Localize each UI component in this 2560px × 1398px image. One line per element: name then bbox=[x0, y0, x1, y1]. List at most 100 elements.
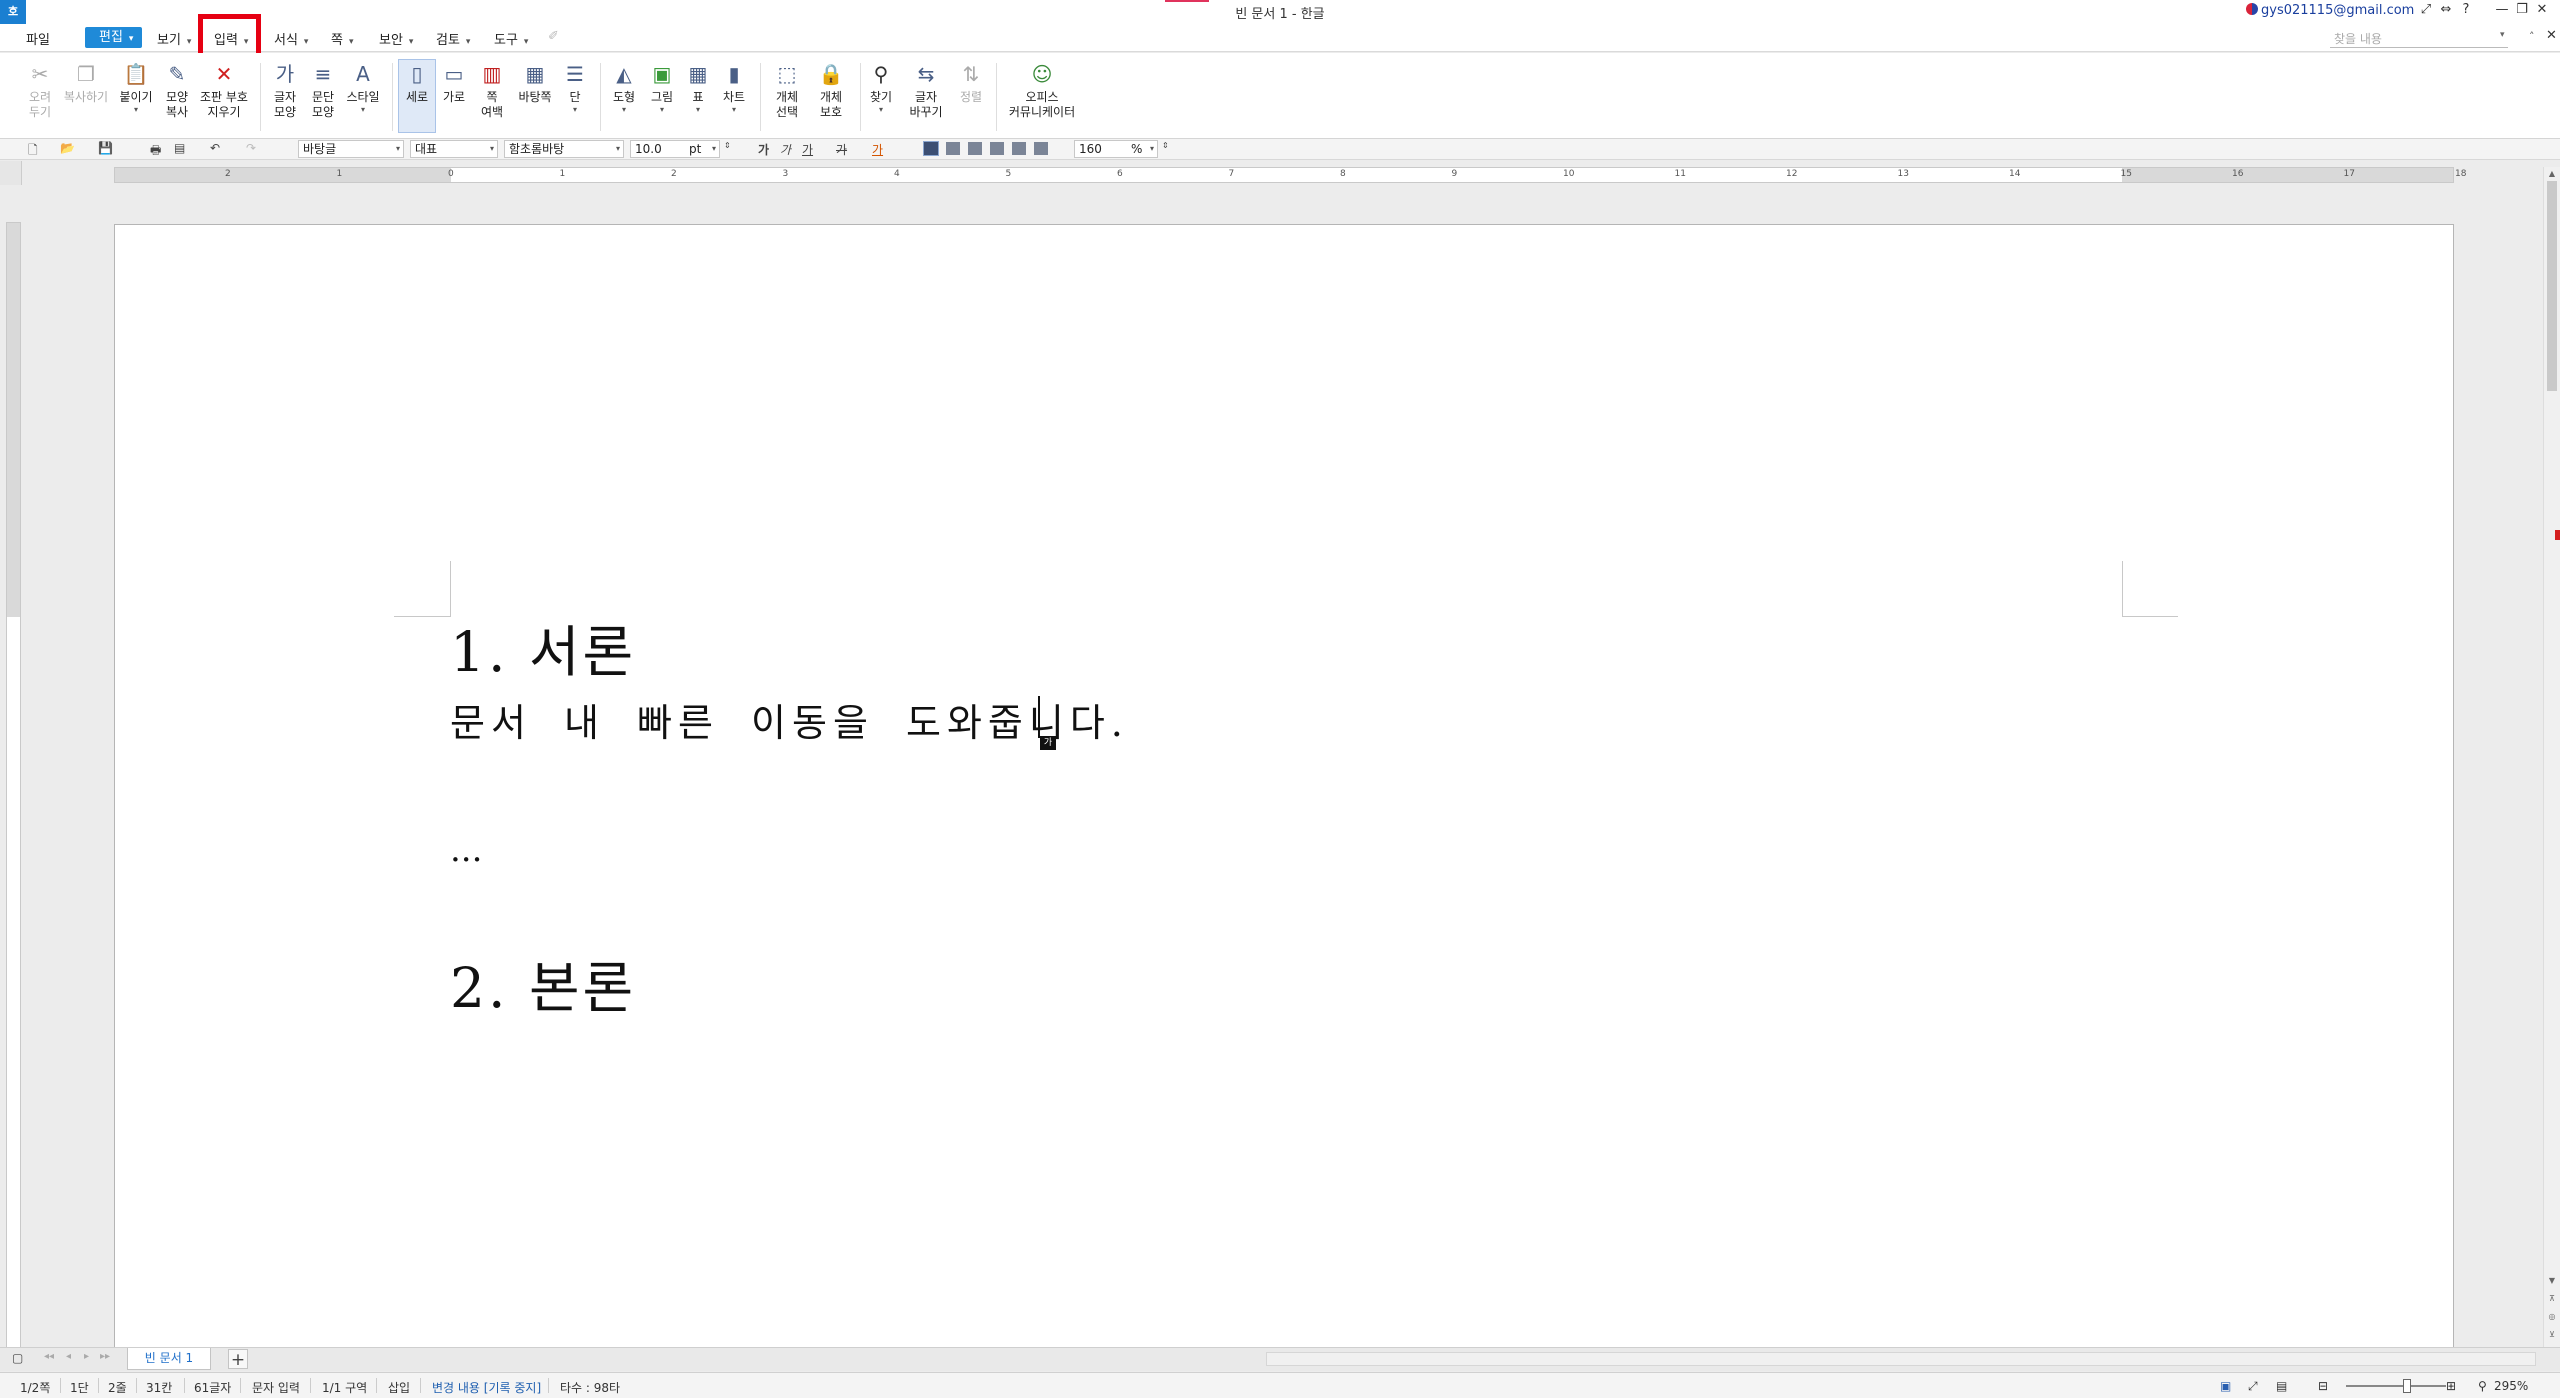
copy-button[interactable]: ❐ 복사하기 bbox=[60, 61, 112, 105]
tab-document-1[interactable]: 빈 문서 1 bbox=[127, 1348, 211, 1370]
menu-tools[interactable]: 도구 ▾ bbox=[494, 29, 528, 48]
save-icon[interactable]: 💾 bbox=[98, 141, 113, 155]
new-document-icon[interactable]: 🗋 bbox=[28, 141, 38, 162]
page-navigator-icon[interactable]: ◎ bbox=[2546, 1311, 2558, 1323]
status-input-mode[interactable]: 문자 입력 bbox=[252, 1379, 300, 1396]
restore-button[interactable]: ❐ bbox=[2512, 2, 2532, 17]
bold-button[interactable]: 가 bbox=[758, 141, 769, 158]
page-view-icon[interactable]: ▣ bbox=[2220, 1379, 2231, 1393]
font-select[interactable]: 함초롬바탕 ▾ bbox=[504, 140, 624, 158]
print-icon[interactable]: 🖶 bbox=[150, 141, 161, 162]
line-spacing-input[interactable]: 160% ▾ bbox=[1074, 140, 1158, 158]
heading-main-body[interactable]: 2. 본론 bbox=[450, 943, 636, 1023]
para-shape-button[interactable]: ≡ 문단 모양 bbox=[304, 61, 342, 120]
italic-button[interactable]: 가 bbox=[780, 141, 791, 158]
menu-page[interactable]: 쪽 ▾ bbox=[331, 29, 354, 48]
table-button[interactable]: ▦ 표 ▾ bbox=[680, 61, 716, 115]
scrollbar-thumb[interactable] bbox=[2547, 181, 2557, 391]
body-paragraph[interactable]: 문서 내 빠른 이동을 도와줍니다. bbox=[450, 692, 1129, 747]
account-label[interactable]: gys021115@gmail.com bbox=[2246, 3, 2414, 18]
zoom-in-icon[interactable]: ⊞ bbox=[2446, 1379, 2456, 1393]
cut-button[interactable]: ✂ 오려 두기 bbox=[22, 61, 58, 120]
language-select[interactable]: 대표 ▾ bbox=[410, 140, 498, 158]
add-tab-button[interactable]: + bbox=[228, 1349, 248, 1370]
horizontal-scrollbar[interactable] bbox=[1266, 1352, 2536, 1366]
split-view-icon[interactable]: ⇔ bbox=[2436, 2, 2456, 17]
ruler-corner[interactable] bbox=[0, 161, 22, 185]
search-dropdown-icon[interactable]: ▾ bbox=[2500, 30, 2505, 40]
center-align-icon[interactable] bbox=[968, 142, 982, 155]
columns-button[interactable]: ☰ 단 ▾ bbox=[558, 61, 592, 115]
office-communicator-button[interactable]: ☺ 오피스 커뮤니케이터 bbox=[1004, 61, 1080, 120]
heading-introduction[interactable]: 1. 서론 bbox=[450, 607, 636, 687]
split-align-icon[interactable] bbox=[1034, 142, 1048, 155]
menu-view[interactable]: 보기 ▾ bbox=[157, 29, 191, 48]
object-select-button[interactable]: ⬚ 개체 선택 bbox=[766, 61, 808, 120]
undo-icon[interactable]: ↶ bbox=[210, 141, 220, 155]
tab-nav-next-icon[interactable]: ▸ bbox=[84, 1351, 89, 1362]
scroll-down-icon[interactable]: ▼ bbox=[2546, 1275, 2558, 1287]
tab-nav-first-icon[interactable]: ◂◂ bbox=[44, 1351, 54, 1362]
prev-page-icon[interactable]: ⊼ bbox=[2546, 1293, 2558, 1305]
menu-format[interactable]: 서식 ▾ bbox=[274, 29, 308, 48]
fullscreen-icon[interactable]: ⤢ bbox=[2416, 2, 2436, 17]
zoom-slider-track[interactable] bbox=[2346, 1385, 2446, 1387]
extra-tool-icon[interactable]: ✐ bbox=[548, 29, 559, 44]
sort-button[interactable]: ⇅ 정렬 bbox=[954, 61, 988, 105]
left-align-icon[interactable] bbox=[946, 142, 960, 155]
open-folder-icon[interactable]: 📂 bbox=[60, 141, 75, 155]
clear-marks-button[interactable]: ✕ 조판 부호 지우기 bbox=[196, 61, 252, 120]
style-button[interactable]: A 스타일 ▾ bbox=[342, 61, 384, 115]
next-page-icon[interactable]: ⊻ bbox=[2546, 1329, 2558, 1341]
page-margin-button[interactable]: ▥ 쪽 여백 bbox=[474, 61, 510, 120]
justify-align-icon[interactable] bbox=[923, 141, 939, 156]
menu-file[interactable]: 파일 bbox=[26, 29, 50, 48]
tab-nav-prev-icon[interactable]: ◂ bbox=[66, 1351, 71, 1362]
tab-nav-last-icon[interactable]: ▸▸ bbox=[100, 1351, 110, 1362]
shape-button[interactable]: ◭ 도형 ▾ bbox=[606, 61, 642, 115]
menu-edit[interactable]: 편집 ▾ bbox=[85, 27, 142, 48]
zoom-level[interactable]: 295% bbox=[2494, 1379, 2528, 1393]
object-protect-button[interactable]: 🔒 개체 보호 bbox=[810, 61, 852, 120]
portrait-button[interactable]: ▯ 세로 bbox=[398, 61, 436, 105]
fit-width-icon[interactable]: ⤢ bbox=[2248, 1379, 2258, 1394]
menu-security[interactable]: 보안 ▾ bbox=[379, 29, 413, 48]
picture-button[interactable]: ▣ 그림 ▾ bbox=[644, 61, 680, 115]
ellipsis-paragraph[interactable]: ... bbox=[450, 830, 482, 870]
zoom-search-icon[interactable]: ⚲ bbox=[2478, 1379, 2487, 1393]
line-spacing-stepper[interactable]: ⇕ bbox=[1162, 141, 1169, 150]
landscape-button[interactable]: ▭ 가로 bbox=[436, 61, 472, 105]
vertical-scrollbar[interactable]: ▲ ▼ ⊼ ◎ ⊻ bbox=[2543, 167, 2560, 1348]
vertical-ruler[interactable] bbox=[6, 222, 21, 1348]
distribute-align-icon[interactable] bbox=[1012, 142, 1026, 155]
zoom-slider-thumb[interactable] bbox=[2403, 1379, 2411, 1393]
scroll-up-icon[interactable]: ▲ bbox=[2546, 168, 2558, 180]
paste-button[interactable]: 📋 붙이기 ▾ bbox=[116, 61, 156, 115]
menu-review[interactable]: 검토 ▾ bbox=[436, 29, 470, 48]
status-insert-mode[interactable]: 삽입 bbox=[388, 1379, 410, 1396]
close-button[interactable]: ✕ bbox=[2532, 2, 2552, 17]
strikethrough-button[interactable]: 가 bbox=[836, 141, 847, 158]
status-page[interactable]: 1/2쪽 bbox=[20, 1379, 50, 1396]
font-size-input[interactable]: 10.0 pt ▾ bbox=[630, 140, 720, 158]
tab-list-icon[interactable]: ▢ bbox=[12, 1351, 23, 1365]
horizontal-ruler[interactable]: 2 1 0 1 2 3 4 5 6 7 8 9 10 11 12 13 14 15 16 17 18 bbox=[114, 167, 2466, 183]
minimize-button[interactable]: — bbox=[2492, 2, 2512, 17]
format-copy-button[interactable]: ✎ 모양 복사 bbox=[158, 61, 196, 120]
status-track-changes[interactable]: 변경 내용 [기록 중지] bbox=[432, 1379, 541, 1396]
collapse-ribbon-icon[interactable]: ˄ bbox=[2529, 30, 2535, 43]
find-button[interactable]: ⚲ 찾기 ▾ bbox=[866, 61, 896, 115]
search-input[interactable]: 찾을 내용 bbox=[2330, 30, 2508, 48]
char-shape-button[interactable]: 가 글자 모양 bbox=[266, 61, 304, 120]
replace-button[interactable]: ⇆ 글자 바꾸기 bbox=[902, 61, 950, 120]
document-page[interactable] bbox=[114, 224, 2454, 1348]
font-size-stepper[interactable]: ⇕ bbox=[724, 141, 731, 150]
right-align-icon[interactable] bbox=[990, 142, 1004, 155]
help-icon[interactable]: ? bbox=[2456, 2, 2476, 17]
close-document-icon[interactable]: ✕ bbox=[2546, 28, 2557, 43]
font-color-button[interactable]: 가 bbox=[872, 141, 883, 158]
print-preview-icon[interactable]: ▤ bbox=[174, 141, 185, 155]
style-select[interactable]: 바탕글 ▾ bbox=[298, 140, 404, 158]
zoom-out-icon[interactable]: ⊟ bbox=[2318, 1379, 2328, 1393]
fit-page-icon[interactable]: ▤ bbox=[2276, 1379, 2287, 1393]
